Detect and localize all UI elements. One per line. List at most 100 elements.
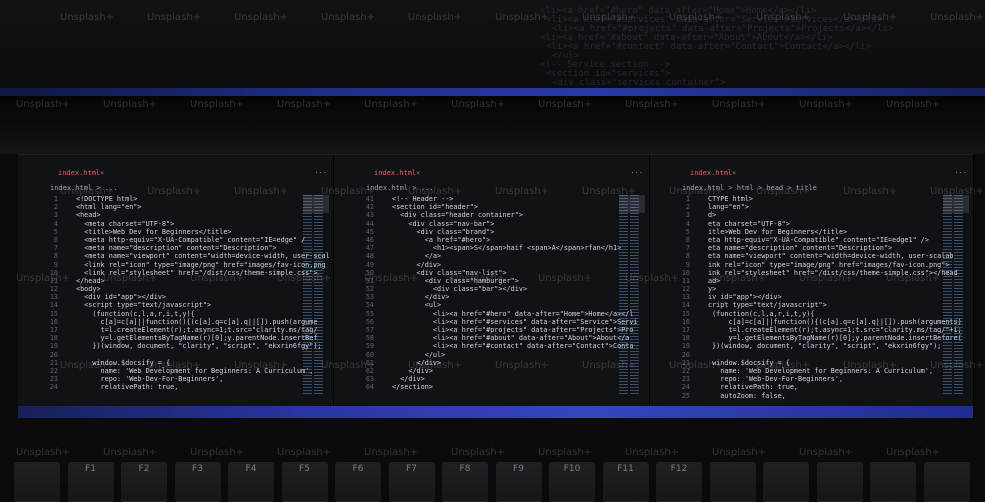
code-text: <meta http-equiv="X-UA-Compatible" conte… [76, 235, 306, 244]
code-line: 15 (function(c,l,a,r,i,t,y){ [650, 310, 945, 318]
key-label: F10 [563, 464, 581, 474]
minimap-viewport [943, 195, 969, 213]
code-line: 14 cript type="text/javascript"> [650, 301, 945, 309]
editor-tab[interactable]: index.html [58, 169, 100, 177]
code-line: 54 <ul> [334, 301, 621, 309]
code-text: relativePath: true, [708, 383, 799, 392]
tab-bar: index.html × ··· [650, 169, 973, 183]
key-label: F4 [245, 464, 257, 474]
tab-close-icon[interactable]: × [416, 169, 420, 177]
line-number: 17 [681, 326, 690, 334]
line-number: 48 [365, 252, 374, 261]
keyboard-key [816, 462, 863, 502]
code-text: </head> [76, 276, 105, 285]
line-number: 6 [53, 235, 58, 244]
code-line: 25 autoZoom: false, [650, 392, 945, 400]
key-label: F11 [617, 464, 634, 474]
line-number: 52 [365, 285, 374, 294]
line-number: 58 [365, 334, 374, 343]
code-line: 63 </div> [334, 375, 621, 383]
code-line: 7 eta name="description" content="Descrip… [650, 244, 945, 252]
code-text: window.$docsify = { [708, 358, 790, 367]
code-text: </a> [392, 252, 442, 261]
keyboard-key: F9 [495, 462, 542, 502]
code-text: <ul> [392, 301, 442, 310]
reflection-code-line: <li><a href="#contact" data-after="Conta… [546, 42, 872, 52]
code-line: 6 <meta http-equiv="X-UA-Compatible" con… [18, 236, 305, 244]
line-number: 17 [49, 326, 58, 334]
line-number: 41 [365, 195, 374, 203]
code-line: 16 c[a]=c[a]||function(){(c[a].q=c[a].q|… [650, 318, 962, 326]
editor-tab[interactable]: index.html [690, 169, 732, 177]
code-text: <li><a href="#about" data-after="About">… [392, 334, 630, 343]
line-number: 57 [365, 326, 374, 334]
code-text: <!-- Header --> [392, 195, 454, 203]
code-line: 64 </section> [334, 383, 621, 391]
keyboard-key: F12 [656, 462, 702, 502]
line-number: 24 [681, 383, 690, 392]
keyboard-key: F3 [174, 462, 221, 502]
tab-bar: index.html × ··· [18, 169, 333, 183]
code-text: </div> [392, 358, 442, 367]
code-line: 42 <section id="header"> [334, 203, 621, 211]
tab-close-icon[interactable]: × [732, 169, 736, 177]
code-line: 10 ink rel="stylesheet" href="/dist/css/t… [650, 269, 958, 277]
code-text: </section> [392, 383, 433, 392]
more-actions-icon[interactable]: ··· [314, 169, 327, 177]
key-label: F3 [192, 464, 203, 474]
code-text: <title>Web Dev for Beginners</title> [76, 227, 232, 236]
keyboard-key [763, 462, 809, 502]
line-number: 1 [685, 195, 690, 203]
keyboard-key: F6 [335, 462, 381, 502]
line-number: 4 [685, 219, 690, 228]
tab-close-icon[interactable]: × [100, 169, 104, 177]
code-text: eta name="description" content="Descript… [708, 244, 893, 253]
code-text: <head> [76, 211, 101, 220]
code-line: 56 <li><a href="#services" data-after="S… [334, 317, 638, 326]
code-line: 17 t=l.createElement(r);t.async=1;t.src=… [18, 326, 318, 334]
line-number: 56 [365, 317, 374, 326]
line-number: 62 [365, 366, 374, 375]
keyboard-key [923, 462, 970, 502]
line-number: 42 [365, 203, 374, 212]
minimap-viewport [619, 195, 645, 213]
keyboard-key [709, 462, 756, 502]
code-text: <link rel="stylesheet" href="/dist/css/t… [76, 268, 318, 277]
code-text: c[a]=c[a]||function(){(c[a].q=c[a].q||[]… [76, 317, 318, 326]
code-text: </div> [392, 293, 450, 302]
code-line: 50 <div class="nav-list"> [334, 269, 621, 277]
line-number: 23 [49, 375, 58, 384]
code-line: 24 relativePath: true, [650, 383, 945, 391]
code-line: 17 t=l.createElement(r);t.async=1;t.src=… [650, 326, 962, 334]
editor-tab[interactable]: index.html [374, 169, 416, 177]
top-screen-reflection: <li><a href="#hero" data-after="Home">Ho… [0, 0, 985, 95]
code-text: <div class="brand"> [392, 227, 495, 236]
line-number: 20 [49, 350, 58, 359]
code-line: 12 y> [650, 285, 945, 293]
line-number: 50 [365, 268, 374, 277]
key-label: F2 [138, 464, 150, 474]
code-text: <a href="#hero"> [392, 235, 491, 244]
code-text: relativePath: true, [76, 383, 179, 392]
code-text: y> [708, 285, 717, 294]
more-actions-icon[interactable]: ··· [954, 169, 967, 177]
code-text: </div> [392, 366, 433, 375]
more-actions-icon[interactable]: ··· [630, 169, 643, 177]
code-text: <div class="header container"> [392, 211, 523, 220]
code-line: 7 <meta name="description" content="Desc… [18, 244, 305, 252]
keyboard-key: F5 [281, 462, 328, 502]
line-number: 45 [365, 227, 374, 236]
keyboard-key: F7 [388, 462, 435, 502]
code-text: repo: 'Web-Dev-For-Beginners', [708, 375, 844, 384]
code-line: 21 window.$docsify = { [650, 359, 945, 367]
line-number: 13 [49, 293, 58, 302]
code-line: 9 <link rel="icon" type="image/png" href… [18, 261, 326, 269]
code-line: 62 </div> [334, 367, 621, 375]
code-text: y=l.getElementsByTagName(r)[0];y.parentN… [708, 334, 962, 343]
line-number: 53 [365, 293, 374, 302]
code-line: 43 <div class="header container"> [334, 211, 621, 219]
code-line: 3 d> [650, 211, 945, 219]
code-line: 1 CTYPE html> [650, 195, 945, 203]
code-text: name: 'Web Development for Beginners: A … [76, 366, 314, 375]
keyboard-key: F10 [549, 462, 595, 502]
